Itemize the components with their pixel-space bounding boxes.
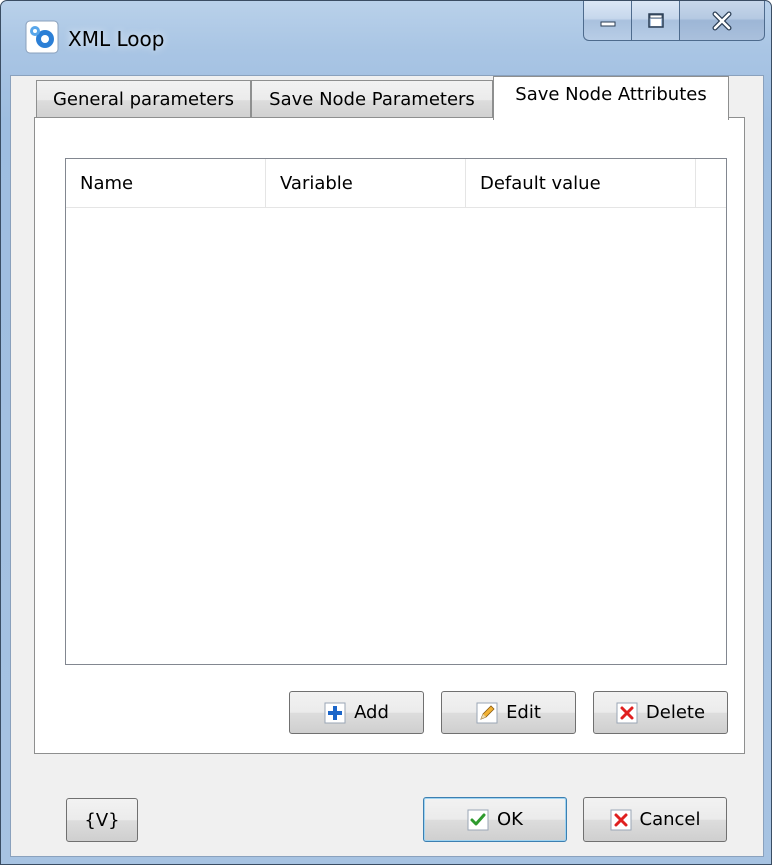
tab-save-node-parameters[interactable]: Save Node Parameters (251, 80, 493, 119)
variables-button-label: {V} (84, 809, 120, 831)
edit-button-label: Edit (506, 702, 541, 723)
title-bar[interactable]: XML Loop (1, 1, 771, 75)
plus-icon (324, 702, 346, 723)
add-button[interactable]: Add (289, 691, 424, 734)
checkmark-icon (467, 809, 489, 830)
ok-button[interactable]: OK (423, 797, 567, 842)
add-button-label: Add (354, 702, 389, 723)
caption-buttons (583, 1, 765, 43)
maximize-icon (647, 12, 664, 28)
variables-button[interactable]: {V} (66, 798, 138, 842)
window-title: XML Loop (68, 27, 165, 51)
cancel-button[interactable]: Cancel (583, 797, 727, 842)
column-header-filler (696, 159, 726, 207)
minimize-icon (600, 21, 615, 26)
column-header-name[interactable]: Name (66, 159, 266, 207)
cancel-button-label: Cancel (639, 809, 701, 830)
attributes-list[interactable]: Name Variable Default value (65, 158, 727, 665)
pencil-icon (476, 702, 498, 723)
column-header-default-value[interactable]: Default value (466, 159, 696, 207)
tab-general-parameters[interactable]: General parameters (36, 80, 251, 119)
dialog-window: XML Loop General parameters Save Node Pa… (0, 0, 772, 865)
red-x-icon (616, 702, 638, 723)
maximize-button[interactable] (631, 1, 679, 41)
column-header-variable[interactable]: Variable (266, 159, 466, 207)
edit-button[interactable]: Edit (441, 691, 576, 734)
minimize-button[interactable] (583, 1, 631, 41)
tab-save-node-attributes[interactable]: Save Node Attributes (493, 76, 729, 120)
gear-arrow-icon[interactable] (25, 20, 59, 54)
close-button[interactable] (679, 1, 765, 41)
red-x-icon (610, 809, 631, 830)
close-icon (712, 11, 732, 30)
tab-panel-save-node-attributes: Name Variable Default value Add Edit Del… (34, 117, 745, 754)
list-header: Name Variable Default value (66, 159, 726, 208)
ok-button-label: OK (497, 809, 523, 830)
delete-button[interactable]: Delete (593, 691, 728, 734)
dialog-client-area: General parameters Save Node Parameters … (10, 75, 764, 857)
delete-button-label: Delete (645, 702, 706, 723)
